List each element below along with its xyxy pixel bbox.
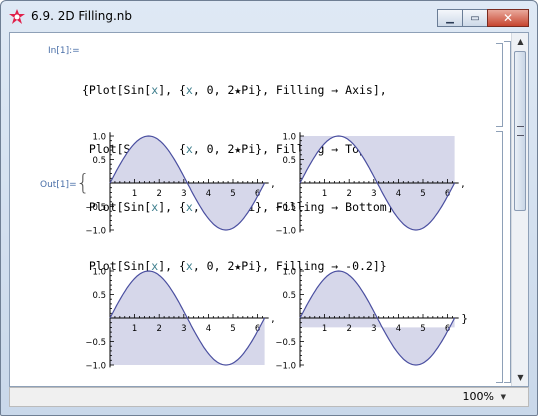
x-tick-label: 5	[230, 324, 235, 334]
plot-panel[interactable]: 1.0 0.5 −0.5 −1.0 1 2 3 4 5 6,	[275, 132, 465, 237]
plot-panel[interactable]: 1.0 0.5 −0.5 −1.0 1 2 3 4 5 6,	[85, 132, 275, 237]
x-tick-label: 4	[396, 189, 401, 199]
y-tick-label: −0.5	[85, 203, 106, 213]
status-bar: 100% ▼	[9, 387, 529, 407]
y-tick-label: 0.5	[282, 156, 296, 166]
x-tick-label: 3	[371, 189, 376, 199]
maximize-icon: ▭	[470, 12, 480, 24]
y-tick-label: −1.0	[85, 362, 106, 372]
scroll-up-arrow-icon[interactable]: ▲	[512, 33, 528, 50]
list-separator: ,	[271, 312, 275, 325]
x-tick-label: 2	[346, 324, 351, 334]
y-tick-label: 1.0	[92, 133, 106, 143]
grip-icon	[517, 126, 524, 136]
x-tick-label: 4	[396, 324, 401, 334]
x-tick-label: 3	[181, 189, 186, 199]
x-tick-label: 1	[322, 324, 327, 334]
y-tick-label: −1.0	[275, 362, 296, 372]
close-button[interactable]: ✕	[487, 9, 529, 27]
close-icon: ✕	[502, 11, 514, 25]
x-tick-label: 6	[445, 189, 450, 199]
list-separator: ,	[461, 177, 465, 190]
x-tick-label: 5	[420, 324, 425, 334]
x-tick-label: 4	[206, 189, 211, 199]
y-tick-label: 0.5	[92, 291, 106, 301]
y-tick-label: 1.0	[282, 133, 296, 143]
title-bar[interactable]: 6.9. 2D Filling.nb ▁ ▭ ✕	[1, 1, 537, 31]
y-tick-label: −0.5	[275, 203, 296, 213]
list-separator: ,	[271, 177, 275, 190]
output-close-brace: }	[461, 312, 468, 325]
x-tick-label: 6	[255, 324, 260, 334]
x-tick-label: 2	[156, 189, 161, 199]
notebook-content[interactable]: In[1]:= {Plot[Sin[x], {x, 0, 2★Pi}, Fill…	[9, 32, 529, 387]
x-tick-label: 3	[181, 324, 186, 334]
x-tick-label: 6	[445, 324, 450, 334]
chevron-down-icon[interactable]: ▼	[501, 393, 506, 401]
x-tick-label: 2	[156, 324, 161, 334]
window-title: 6.9. 2D Filling.nb	[31, 9, 133, 23]
scroll-down-arrow-icon[interactable]: ▼	[512, 369, 528, 386]
minimize-button[interactable]: ▁	[437, 9, 463, 27]
x-tick-label: 6	[255, 189, 260, 199]
y-tick-label: 0.5	[282, 291, 296, 301]
x-tick-label: 1	[322, 189, 327, 199]
plot-panel[interactable]: 1.0 0.5 −0.5 −1.0 1 2 3 4 5 6}	[275, 267, 468, 372]
x-tick-label: 5	[420, 189, 425, 199]
notebook-window: 6.9. 2D Filling.nb ▁ ▭ ✕ In[1]:= {Plot[S…	[0, 0, 538, 416]
y-tick-label: 0.5	[92, 156, 106, 166]
y-tick-label: 1.0	[92, 268, 106, 278]
x-tick-label: 3	[371, 324, 376, 334]
minimize-icon: ▁	[446, 12, 454, 24]
y-tick-label: −0.5	[85, 338, 106, 348]
y-tick-label: 1.0	[282, 268, 296, 278]
maximize-button[interactable]: ▭	[462, 9, 488, 27]
x-tick-label: 1	[132, 324, 137, 334]
x-tick-label: 5	[230, 189, 235, 199]
x-tick-label: 1	[132, 189, 137, 199]
y-tick-label: −0.5	[275, 338, 296, 348]
x-tick-label: 2	[346, 189, 351, 199]
y-tick-label: −1.0	[275, 227, 296, 237]
y-tick-label: −1.0	[85, 227, 106, 237]
x-tick-label: 4	[206, 324, 211, 334]
plot-panel[interactable]: 1.0 0.5 −0.5 −1.0 1 2 3 4 5 6,	[85, 267, 275, 372]
vertical-scrollbar[interactable]: ▲ ▼	[511, 33, 528, 386]
mathematica-star-icon	[9, 9, 25, 24]
scroll-thumb[interactable]	[514, 51, 526, 211]
plot-grid: 1.0 0.5 −0.5 −1.0 1 2 3 4 5 6, 1.0 0.5 −0.5 −1.0 1 2 3 4 5…	[85, 132, 468, 372]
zoom-level[interactable]: 100%	[463, 390, 494, 403]
